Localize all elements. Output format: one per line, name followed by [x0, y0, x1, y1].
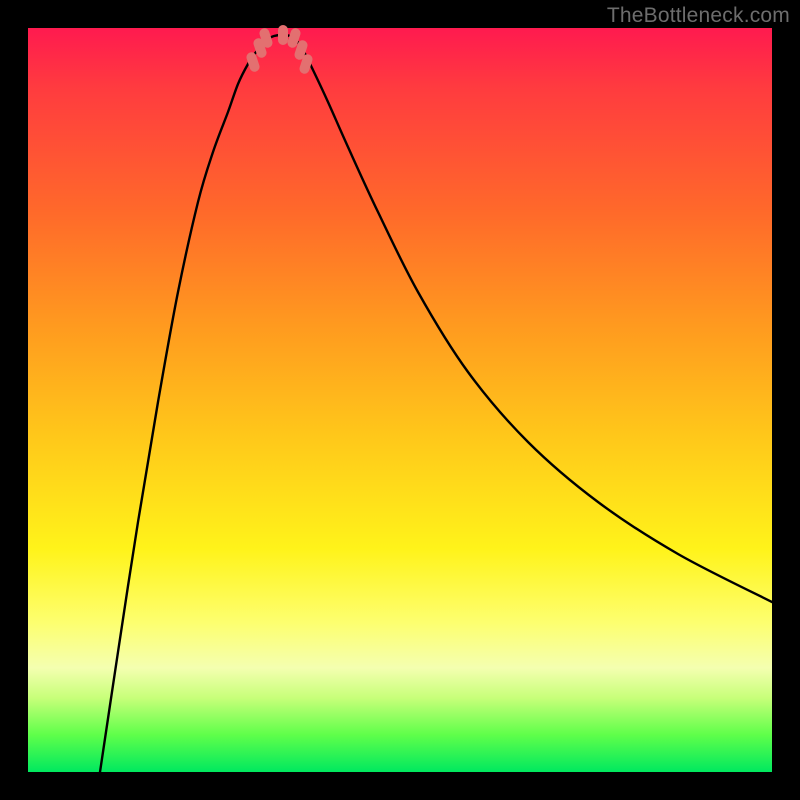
watermark-text: TheBottleneck.com [607, 4, 790, 28]
bottleneck-curve [100, 35, 772, 772]
chart-frame: TheBottleneck.com [0, 0, 800, 800]
marker-group [245, 25, 314, 75]
plot-area [28, 28, 772, 772]
curve-layer [28, 28, 772, 772]
curve-marker [278, 25, 288, 45]
